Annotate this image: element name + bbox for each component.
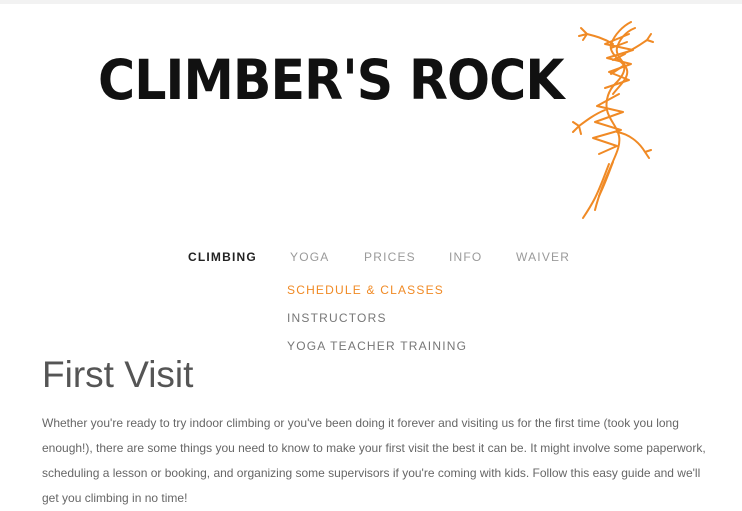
submenu-item-instructors[interactable]: INSTRUCTORS bbox=[287, 309, 467, 337]
nav-item-info[interactable]: INFO bbox=[449, 248, 482, 266]
orange-lizard-icon[interactable] bbox=[565, 14, 655, 224]
nav-item-climbing[interactable]: CLIMBING bbox=[188, 248, 257, 266]
nav-item-waiver[interactable]: WAIVER bbox=[516, 248, 570, 266]
yoga-dropdown-menu: SCHEDULE & CLASSES INSTRUCTORS YOGA TEAC… bbox=[287, 281, 467, 365]
main-nav: CLIMBING YOGA PRICES INFO WAIVER bbox=[0, 248, 742, 268]
site-logo-text[interactable]: CLIMBER'S ROCK bbox=[98, 40, 565, 120]
page-title: First Visit bbox=[42, 354, 194, 395]
submenu-item-schedule-classes[interactable]: SCHEDULE & CLASSES bbox=[287, 281, 467, 309]
nav-item-prices[interactable]: PRICES bbox=[364, 248, 416, 266]
intro-paragraph: Whether you're ready to try indoor climb… bbox=[42, 416, 706, 505]
nav-item-yoga[interactable]: YOGA bbox=[290, 248, 329, 266]
top-border bbox=[0, 0, 742, 4]
submenu-item-yoga-teacher-training[interactable]: YOGA TEACHER TRAINING bbox=[287, 337, 467, 365]
